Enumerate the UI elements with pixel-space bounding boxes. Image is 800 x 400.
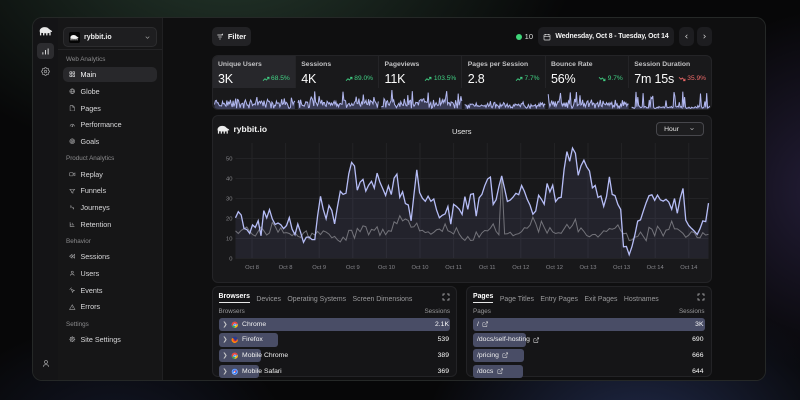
svg-text:Oct 12: Oct 12: [545, 265, 562, 271]
svg-text:Oct 8: Oct 8: [245, 265, 259, 271]
svg-text:Oct 10: Oct 10: [411, 265, 428, 271]
svg-text:Oct 8: Oct 8: [278, 265, 292, 271]
svg-text:Oct 13: Oct 13: [579, 265, 596, 271]
svg-text:Oct 13: Oct 13: [613, 265, 630, 271]
svg-text:Oct 12: Oct 12: [512, 265, 529, 271]
svg-text:Oct 11: Oct 11: [478, 265, 495, 271]
svg-text:Oct 14: Oct 14: [646, 265, 664, 271]
svg-text:Oct 14: Oct 14: [680, 265, 698, 271]
svg-text:50: 50: [226, 157, 232, 163]
svg-text:10: 10: [226, 237, 232, 243]
svg-text:Oct 10: Oct 10: [377, 265, 394, 271]
svg-text:0: 0: [229, 257, 232, 263]
svg-text:40: 40: [226, 177, 232, 183]
svg-text:Oct 9: Oct 9: [312, 265, 326, 271]
svg-text:30: 30: [226, 197, 232, 203]
svg-text:Oct 9: Oct 9: [345, 265, 359, 271]
svg-text:20: 20: [226, 217, 232, 223]
svg-text:Oct 11: Oct 11: [445, 265, 462, 271]
